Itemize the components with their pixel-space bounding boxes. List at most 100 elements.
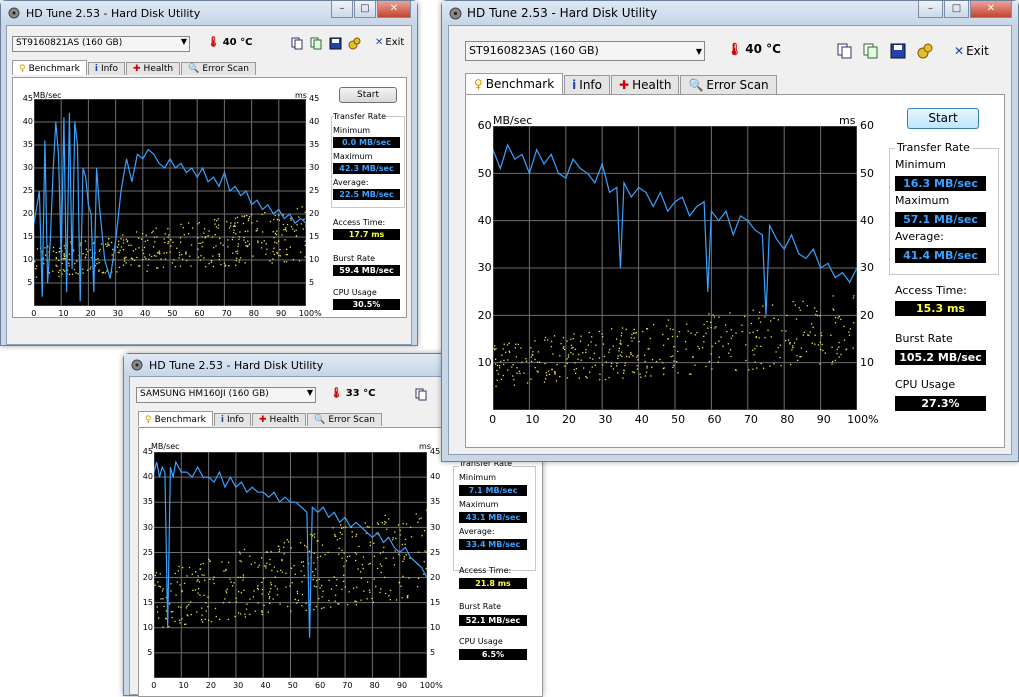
maximize-button[interactable]: □ [354,1,376,18]
access-time-point [248,220,249,221]
access-time-point [185,253,186,254]
access-time-point [216,226,217,227]
exit-button[interactable]: ✕Exit [954,44,989,58]
access-time-point [516,356,517,357]
copy-text-icon[interactable] [290,36,304,50]
close-button[interactable]: ✕ [377,1,411,18]
tab-error-scan[interactable]: 🔍Error Scan [680,75,776,94]
access-time-point [796,338,797,339]
access-time-point [839,316,840,317]
y-right-tick-label: 10 [430,623,440,632]
access-time-point [324,554,325,555]
access-time-point [773,363,774,364]
start-button[interactable]: Start [339,87,397,103]
access-time-point [730,356,731,357]
copy-image-icon[interactable] [862,42,880,60]
access-time-point [249,614,250,615]
x-tick-label: 0 [151,681,156,690]
copy-image-icon[interactable] [309,36,323,50]
access-time-point [241,561,242,562]
access-time-point [197,592,198,593]
copy-text-icon[interactable] [414,387,428,401]
access-time-point [531,361,532,362]
options-icon[interactable] [347,36,361,50]
access-time-point [37,248,38,249]
access-time-point [228,619,229,620]
access-time-point [503,364,504,365]
access-time-point [261,242,262,243]
save-icon[interactable] [889,42,907,60]
drive-select[interactable]: ST9160821AS (160 GB)▼ [12,36,190,52]
close-button[interactable]: ✕ [970,1,1012,18]
access-time-point [714,316,715,317]
copy-text-icon[interactable] [836,42,854,60]
drive-select[interactable]: SAMSUNG HM160JI (160 GB)▼ [136,387,316,403]
access-time-point [218,253,219,254]
access-time-point [573,333,574,334]
maximize-button[interactable]: □ [944,1,969,18]
access-time-point [191,614,192,615]
tab-error-scan[interactable]: 🔍Error Scan [181,62,256,75]
tab-label: Info [579,78,602,92]
access-time-point [773,318,774,319]
access-time-point [853,348,854,349]
access-time-point [257,242,258,243]
y-left-tick-label: 40 [478,214,491,227]
save-icon[interactable] [328,36,342,50]
minimize-button[interactable]: – [331,1,353,18]
access-time-point [314,536,315,537]
access-time-point [244,549,245,550]
tab-benchmark[interactable]: ♀Benchmark [138,411,213,426]
x-tick-label: 100% [299,309,322,318]
access-time-point [312,571,313,572]
access-time-point [697,346,698,347]
y-left-tick-label: 20 [143,573,153,582]
tab-health[interactable]: ✚Health [611,75,679,94]
start-button[interactable]: Start [907,108,979,129]
access-time-point [160,598,161,599]
access-time-point [233,226,234,227]
options-icon[interactable] [916,42,934,60]
access-time-point [269,603,270,604]
access-time-point [547,339,548,340]
thermometer-icon: 🌡 [330,388,343,399]
access-time-point [235,265,236,266]
access-time-point [257,585,258,586]
access-time-point [205,602,206,603]
access-time-point [515,344,516,345]
access-time-point [703,336,704,337]
access-time-point [796,318,797,319]
access-time-point [174,621,175,622]
access-time-point [162,598,163,599]
access-time-point [165,233,166,234]
access-time-point [832,361,833,362]
access-time-point [355,552,356,553]
access-time-point [589,357,590,358]
access-time-point [318,579,319,580]
access-time-point [69,274,70,275]
access-time-point [177,581,178,582]
tab-health[interactable]: ✚Health [126,62,180,75]
access-time-point [672,329,673,330]
tab-health[interactable]: ✚Health [252,413,306,426]
access-time-point [280,255,281,256]
drive-select[interactable]: ST9160823AS (160 GB)▼ [465,41,705,61]
minimize-button[interactable]: – [918,1,943,18]
tab-info[interactable]: iInfo [88,62,125,75]
y-left-tick-label: 60 [478,119,491,132]
access-time-point [130,264,131,265]
access-time-point [99,250,100,251]
tab-benchmark[interactable]: ♀Benchmark [12,60,87,75]
tab-info[interactable]: iInfo [564,75,610,94]
y-right-tick-label: 50 [860,167,874,180]
access-time-point [659,359,660,360]
access-time-point [297,591,298,592]
access-time-point [109,245,110,246]
tab-info[interactable]: iInfo [214,413,251,426]
tab-benchmark[interactable]: ♀Benchmark [465,73,563,94]
tab-error-scan[interactable]: 🔍Error Scan [307,413,382,426]
exit-button[interactable]: ✕Exit [375,37,404,48]
access-time-point [292,229,293,230]
access-time-point [184,583,185,584]
access-time-point [507,359,508,360]
